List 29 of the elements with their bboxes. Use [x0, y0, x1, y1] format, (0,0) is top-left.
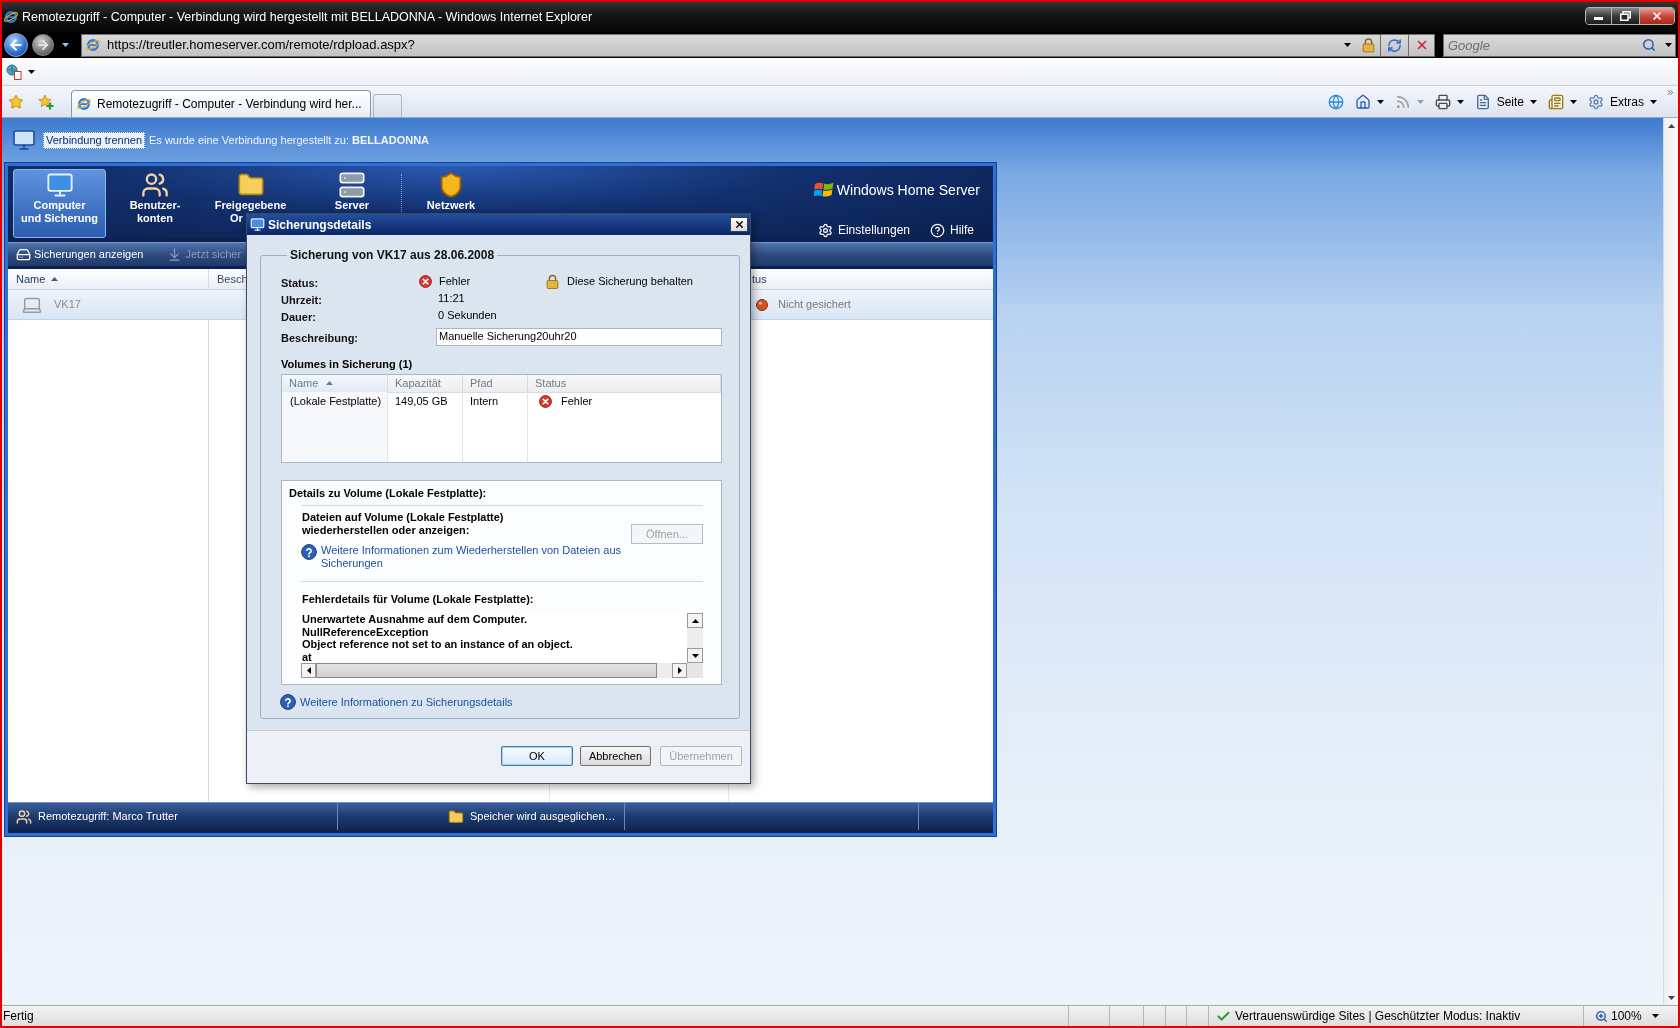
- section-title: Volumes in Sicherung (1): [281, 357, 413, 371]
- logo-text: Windows Home Server: [836, 180, 980, 200]
- error-text-line: at: [302, 650, 312, 663]
- error-text-line: NullReferenceException: [302, 625, 429, 638]
- field-label: Uhrzeit:: [281, 293, 322, 306]
- error-text-line: Unerwartete Ausnahme auf dem Computer.: [302, 613, 528, 626]
- restore-text: Dateien auf Volume (Lokale Festplatte) wiederherstellen oder anzeigen:: [302, 511, 505, 537]
- connection-message: Es wurde eine Verbindung hergestellt zu: BELLADONNA: [149, 132, 430, 148]
- field-label: Dauer:: [281, 310, 316, 323]
- field-label: Status:: [281, 276, 319, 289]
- field-value: 0 Sekunden: [438, 308, 497, 324]
- table-cell-text: Fehler: [561, 394, 593, 410]
- status-text: Speicher wird ausgeglichen…: [470, 809, 616, 825]
- group-title: Sicherung von VK17 aus 28.06.2008: [289, 248, 496, 262]
- table-cell-text: 149,05 GB: [395, 394, 448, 410]
- status-text: Fertig: [2, 1008, 34, 1025]
- error-details-title: Fehlerdetails für Volume (Lokale Festplatte):: [302, 592, 534, 606]
- backup-status: Nicht gesichert: [778, 297, 851, 313]
- error-text-line: Object reference not set to an instance of an object.: [302, 638, 573, 651]
- status-text: Remotezugriff: Marco Trutter: [38, 809, 178, 825]
- dialog-title: Sicherungsdetails: [268, 216, 372, 234]
- table-cell-text: Intern: [470, 394, 499, 410]
- computer-name: VK17: [54, 297, 81, 313]
- panel-title: Details zu Volume (Lokale Festplatte):: [289, 486, 487, 500]
- field-value: 11:21: [438, 291, 465, 307]
- field-value: Fehler: [439, 274, 471, 290]
- table-cell-text: (Lokale Festplatte): [290, 394, 382, 410]
- field-label: Beschreibung:: [281, 331, 358, 344]
- window-title: Remotezugriff - Computer - Verbindung wird hergestellt mit BELLADONNA - Windows Internet Explorer: [22, 9, 593, 25]
